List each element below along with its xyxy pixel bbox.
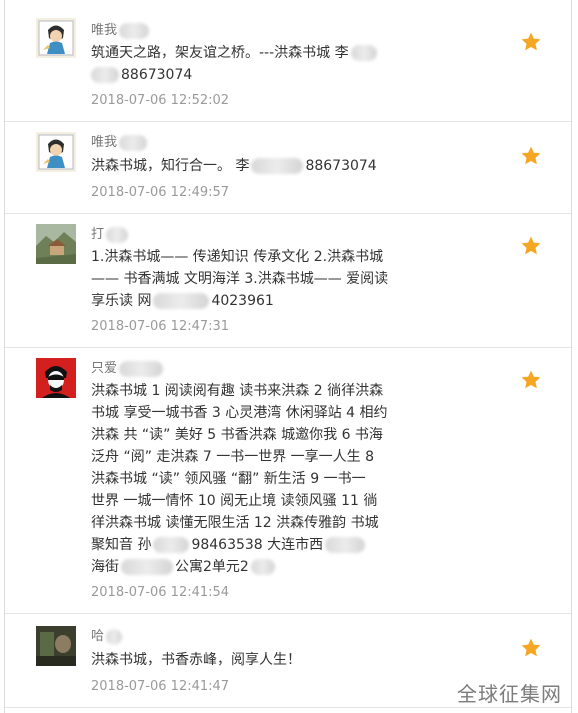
comment-line: 聚知音 孙 [91, 537, 152, 553]
timestamp: 2018-07-06 12:41:47 [91, 679, 230, 694]
cartoon-avatar-icon [36, 18, 76, 58]
comment-line: 88673074 [305, 158, 377, 174]
username: 唯我 [91, 135, 118, 150]
redacted-text [153, 293, 210, 309]
comment-line: 洪森书城 “读” 领风骚 “翻” 新生活 9 一书一 [91, 471, 366, 487]
star-icon[interactable] [520, 31, 542, 53]
avatar[interactable] [36, 18, 76, 58]
timestamp: 2018-07-06 12:52:02 [91, 93, 230, 108]
star-icon[interactable] [520, 369, 542, 391]
redacted-text [153, 537, 190, 553]
comment-line: —— 书香满城 文明海洋 3.洪森书城—— 爱阅读 [91, 271, 389, 287]
comment-line: 享乐读 网 [91, 293, 152, 309]
timestamp: 2018-07-06 12:41:54 [91, 585, 230, 600]
comment-item: 打 1.洪森书城—— 传递知识 传承文化 2.洪森书城 —— 书香满城 文明海洋… [5, 214, 571, 348]
redacted-text [350, 45, 377, 61]
avatar[interactable] [36, 626, 76, 666]
redacted-text [251, 158, 304, 174]
comment-text: 洪森书城，知行合一。 李 88673074 [91, 155, 411, 177]
landscape-avatar-icon [36, 224, 76, 264]
portrait-avatar-icon [36, 358, 76, 398]
avatar[interactable] [36, 358, 76, 398]
comment-line: 4023961 [211, 293, 274, 309]
comment-line: 88673074 [121, 67, 193, 83]
comment-item: 只爱 洪森书城 1 阅读阅有趣 读书来洪森 2 徜徉洪森 书城 享受一城书香 3… [5, 348, 571, 614]
avatar[interactable] [36, 132, 76, 172]
cartoon-avatar-icon [36, 132, 76, 172]
watermark: 全球征集网 [457, 682, 562, 706]
redacted-username [106, 226, 129, 243]
comment-line: 书城 享受一城书香 3 心灵港湾 休闲驿站 4 相约 [91, 405, 388, 421]
avatar[interactable] [36, 224, 76, 264]
redacted-text [121, 559, 173, 575]
star-icon[interactable] [520, 145, 542, 167]
comment-line: 洪森书城，知行合一。 李 [91, 158, 250, 174]
comment-line: 洪森书城，书香赤峰，阅享人生！ [91, 652, 301, 668]
redacted-text [250, 559, 275, 575]
comment-line: 公寓2单元2 [175, 559, 249, 575]
photo-avatar-icon [36, 626, 76, 666]
comment-item: 唯我 筑通天之路，架友谊之桥。---洪森书城 李 88673074 2018-0… [5, 0, 571, 122]
username: 哈 [91, 629, 105, 644]
comment-line: 1.洪森书城—— 传递知识 传承文化 2.洪森书城 [91, 249, 384, 265]
redacted-text [91, 67, 119, 83]
redacted-username [106, 628, 123, 645]
comment-line: 洪森 共 “读” 美好 5 书香洪森 城邀你我 6 书海 [91, 427, 383, 443]
redacted-username [119, 360, 164, 377]
star-icon[interactable] [520, 637, 542, 659]
comment-text: 洪森书城 1 阅读阅有趣 读书来洪森 2 徜徉洪森 书城 享受一城书香 3 心灵… [91, 380, 411, 578]
comment-line: 98463538 大连市西 [191, 537, 324, 553]
timestamp: 2018-07-06 12:49:57 [91, 185, 230, 200]
comment-list: 唯我 筑通天之路，架友谊之桥。---洪森书城 李 88673074 2018-0… [4, 0, 572, 713]
comment-text: 1.洪森书城—— 传递知识 传承文化 2.洪森书城 —— 书香满城 文明海洋 3… [91, 246, 411, 312]
comment-line: 洪森书城 1 阅读阅有趣 读书来洪森 2 徜徉洪森 [91, 383, 384, 399]
username: 只爱 [91, 361, 118, 376]
username: 打 [91, 227, 105, 242]
star-icon[interactable] [520, 235, 542, 257]
comment-line: 世界 一城一情怀 10 阅无止境 读领风骚 11 徜 [91, 493, 378, 509]
redacted-username [119, 22, 150, 39]
comment-text: 筑通天之路，架友谊之桥。---洪森书城 李 88673074 [91, 42, 411, 86]
comment-line: 徉洪森书城 读懂无限生活 12 洪森传雅韵 书城 [91, 515, 379, 531]
comment-item: 唯我 洪森书城，知行合一。 李 88673074 2018-07-06 12:49… [5, 122, 571, 214]
redacted-text [325, 537, 366, 553]
timestamp: 2018-07-06 12:47:31 [91, 319, 230, 334]
comment-line: 筑通天之路，架友谊之桥。---洪森书城 李 [91, 45, 349, 61]
comment-line: 海街 [91, 559, 119, 575]
username: 唯我 [91, 23, 118, 38]
redacted-username [119, 134, 148, 151]
comment-text: 洪森书城，书香赤峰，阅享人生！ [91, 649, 411, 671]
comment-line: 泛舟 “阅” 走洪森 7 一书一世界 一享一人生 8 [91, 449, 375, 465]
